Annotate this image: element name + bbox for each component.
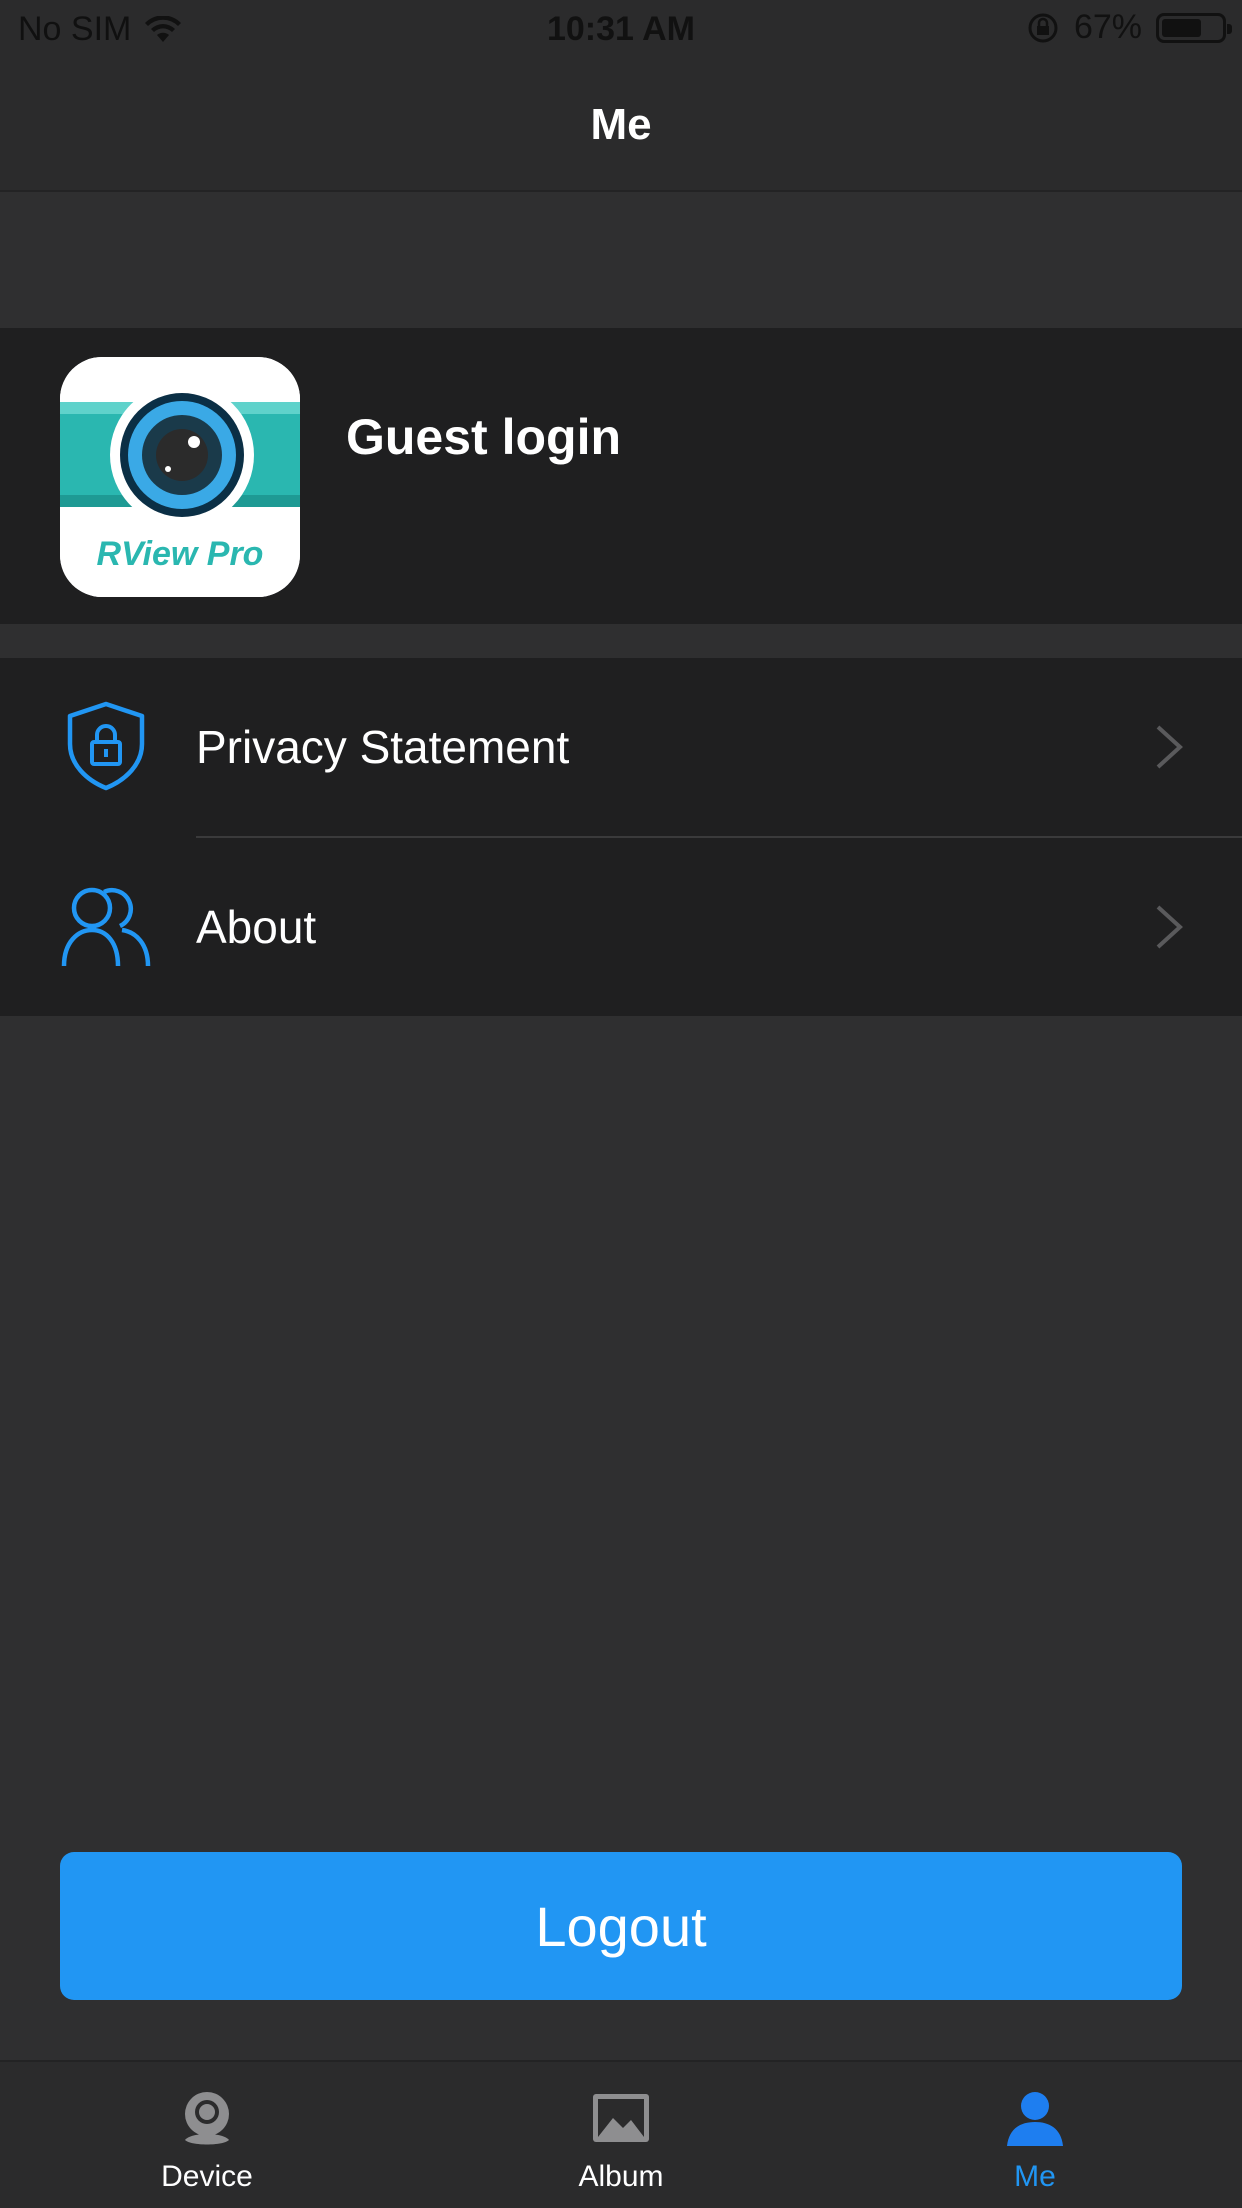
- page-title: Me: [590, 100, 652, 149]
- me-screen: No SIM 10:31 AM 67% Me RView Pro Guest l…: [0, 0, 1242, 2208]
- status-bar: No SIM 10:31 AM 67%: [0, 0, 1242, 62]
- shield-lock-icon: [67, 701, 145, 791]
- tab-label: Me: [1014, 2160, 1056, 2193]
- users-icon: [61, 887, 151, 967]
- menu-item-privacy-statement[interactable]: Privacy Statement: [0, 658, 1242, 838]
- tab-device[interactable]: Device: [0, 2062, 414, 2208]
- tab-label: Device: [161, 2160, 253, 2193]
- battery-icon: [1156, 12, 1232, 43]
- battery-percent: 67%: [1073, 8, 1142, 46]
- menu-item-label: Privacy Statement: [196, 721, 570, 773]
- profile-card[interactable]: RView Pro Guest login: [0, 328, 1242, 624]
- logout-button[interactable]: Logout: [60, 1852, 1182, 2000]
- nav-bar: Me: [0, 62, 1242, 192]
- app-logo: RView Pro: [60, 357, 300, 597]
- profile-name: Guest login: [346, 409, 621, 465]
- settings-menu: Privacy Statement About: [0, 658, 1242, 1016]
- menu-item-label: About: [196, 901, 317, 953]
- tab-album[interactable]: Album: [414, 2062, 828, 2208]
- menu-item-about[interactable]: About: [0, 838, 1242, 1016]
- logo-text: RView Pro: [96, 535, 264, 573]
- battery-fill: [1162, 18, 1201, 37]
- tab-bar: Device Album Me: [0, 2060, 1242, 2208]
- chevron-right-icon: [1156, 725, 1183, 769]
- person-icon: [1007, 2092, 1063, 2146]
- tab-label: Album: [578, 2160, 664, 2193]
- image-icon: [593, 2094, 649, 2142]
- camera-icon: [185, 2092, 229, 2145]
- tab-me[interactable]: Me: [828, 2062, 1242, 2208]
- rotation-lock-icon: [1028, 13, 1058, 42]
- status-right: 67%: [1026, 8, 1232, 47]
- chevron-right-icon: [1156, 905, 1183, 949]
